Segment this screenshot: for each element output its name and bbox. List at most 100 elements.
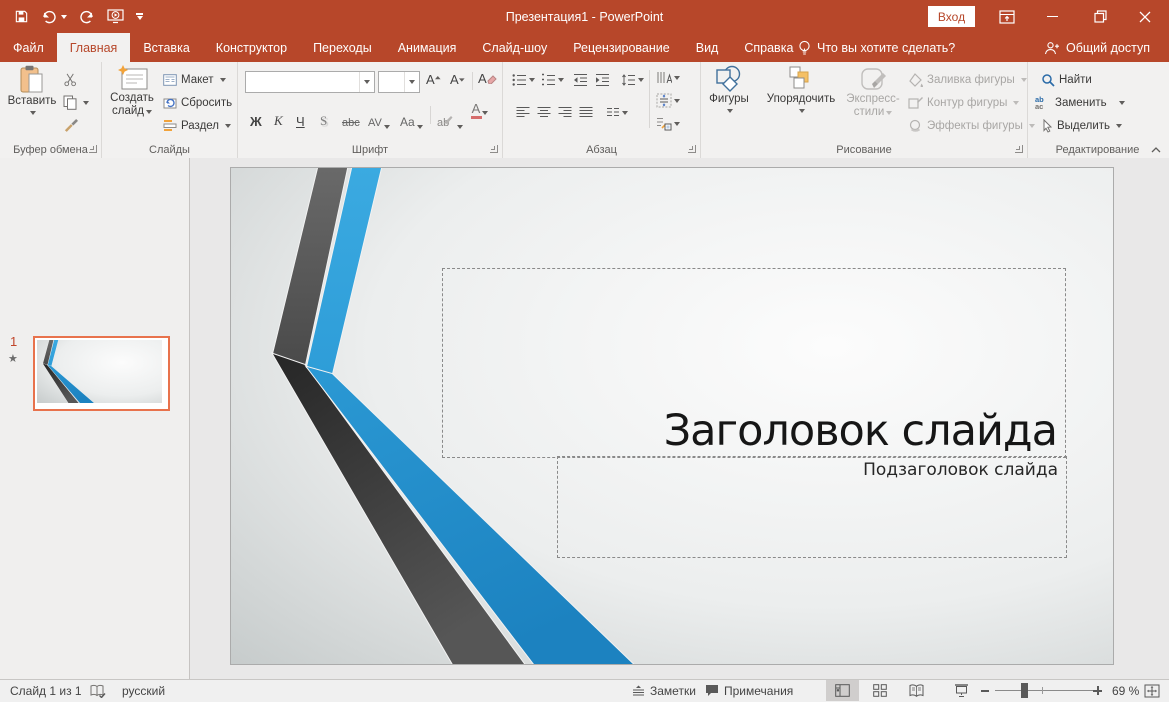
text-shadow-button[interactable]: S [320, 103, 327, 133]
columns-button[interactable] [606, 106, 628, 119]
tell-me-box[interactable]: Что вы хотите сделать? [798, 33, 955, 62]
clipboard-dialog-launcher[interactable] [89, 145, 97, 153]
start-slideshow-icon[interactable] [107, 9, 124, 24]
comments-toggle[interactable]: Примечания [705, 680, 793, 701]
new-slide-button[interactable]: Создать слайд [106, 65, 158, 118]
select-button[interactable]: Выделить [1038, 115, 1125, 136]
title-placeholder[interactable]: Заголовок слайда [442, 268, 1066, 458]
tab-transitions[interactable]: Переходы [300, 33, 385, 62]
slide-counter[interactable]: Слайд 1 из 1 [10, 680, 82, 701]
change-case-button[interactable]: Aa [400, 103, 423, 133]
slideshow-icon [954, 684, 969, 697]
tab-home[interactable]: Главная [57, 33, 131, 62]
slide-title-text[interactable]: Заголовок слайда [664, 408, 1065, 457]
increase-indent-button[interactable] [595, 73, 610, 87]
ribbon-display-options-button[interactable] [990, 0, 1024, 33]
spell-check-icon[interactable] [90, 680, 106, 701]
zoom-level-indicator[interactable]: 69 % [1112, 680, 1139, 701]
close-button[interactable] [1128, 0, 1162, 33]
tab-view[interactable]: Вид [683, 33, 732, 62]
paragraph-dialog-launcher[interactable] [688, 145, 696, 153]
bold-button[interactable]: Ж [250, 103, 262, 133]
zoom-slider-handle[interactable] [1021, 683, 1028, 698]
tab-help[interactable]: Справка [731, 33, 806, 62]
zoom-in-button[interactable] [1093, 680, 1102, 701]
convert-smartart-button[interactable] [656, 116, 680, 131]
section-button[interactable]: Раздел [160, 115, 234, 136]
sign-in-button[interactable]: Вход [928, 6, 975, 27]
align-right-button[interactable] [558, 106, 572, 119]
group-label-editing: Редактирование [1028, 144, 1167, 156]
font-dialog-launcher[interactable] [490, 145, 498, 153]
tab-file[interactable]: Файл [0, 33, 57, 62]
save-icon[interactable] [14, 9, 29, 24]
slide-subtitle-text[interactable]: Подзаголовок слайда [863, 460, 1058, 480]
undo-dropdown-caret[interactable] [61, 15, 67, 19]
align-text-button[interactable] [656, 93, 680, 108]
paste-button[interactable]: Вставить [8, 65, 56, 115]
undo-button[interactable] [41, 10, 67, 24]
zoom-out-button[interactable] [981, 680, 989, 701]
normal-view-button[interactable] [826, 680, 859, 701]
font-size-caret [409, 80, 415, 84]
shape-effects-button[interactable]: Эффекты фигуры [905, 115, 1038, 136]
shape-outline-button[interactable]: Контур фигуры [905, 92, 1022, 113]
tab-slideshow[interactable]: Слайд-шоу [469, 33, 560, 62]
text-highlight-button[interactable]: ab [437, 103, 463, 133]
cut-button[interactable] [60, 69, 81, 90]
tab-animations[interactable]: Анимация [385, 33, 470, 62]
numbering-button[interactable] [541, 73, 564, 87]
drawing-dialog-launcher[interactable] [1015, 145, 1023, 153]
bullets-button[interactable] [512, 73, 535, 87]
share-button[interactable]: Общий доступ [1044, 33, 1150, 62]
decrease-indent-button[interactable] [573, 73, 588, 87]
line-spacing-button[interactable] [621, 73, 644, 87]
shrink-font-button[interactable]: A [450, 72, 466, 87]
justify-button[interactable] [579, 106, 593, 119]
align-center-button[interactable] [537, 106, 551, 119]
reset-button[interactable]: Сбросить [160, 92, 235, 113]
slide-sorter-view-button[interactable] [863, 680, 896, 701]
clear-formatting-button[interactable]: A [478, 71, 497, 86]
fit-slide-to-window-button[interactable] [1144, 680, 1160, 701]
font-name-combo[interactable] [245, 71, 375, 93]
shapes-button[interactable]: Фигуры [705, 65, 753, 113]
character-spacing-button[interactable]: AV [368, 103, 390, 133]
redo-button[interactable] [79, 10, 95, 24]
align-left-icon [516, 106, 530, 119]
zoom-slider-track[interactable] [995, 690, 1093, 691]
collapse-ribbon-button[interactable] [1151, 146, 1161, 153]
underline-button[interactable]: Ч [296, 103, 305, 133]
grow-font-button[interactable]: A [426, 72, 442, 87]
shape-fill-button[interactable]: Заливка фигуры [905, 69, 1030, 90]
strikethrough-button[interactable]: abc [342, 103, 360, 133]
font-color-button[interactable]: A [471, 103, 489, 131]
subtitle-placeholder[interactable]: Подзаголовок слайда [557, 456, 1067, 558]
customize-qat-button[interactable] [136, 13, 143, 20]
copy-dropdown-caret [83, 101, 89, 105]
restore-button[interactable] [1083, 0, 1117, 33]
language-indicator[interactable]: русский [122, 680, 165, 701]
animation-indicator-star-icon[interactable]: ★ [8, 352, 18, 365]
layout-button[interactable]: Макет [160, 69, 229, 90]
align-left-button[interactable] [516, 106, 530, 119]
quick-styles-button[interactable]: Экспресс- стили [847, 65, 899, 119]
tab-design[interactable]: Конструктор [203, 33, 300, 62]
format-painter-button[interactable] [60, 115, 81, 136]
slideshow-view-button[interactable] [945, 680, 978, 701]
find-button[interactable]: Найти [1038, 69, 1095, 90]
reading-view-button[interactable] [900, 680, 933, 701]
notes-toggle[interactable]: Заметки [632, 680, 696, 701]
italic-button[interactable]: К [274, 103, 283, 133]
text-direction-button[interactable] [656, 70, 680, 85]
tab-insert[interactable]: Вставка [130, 33, 202, 62]
group-label-slides: Слайды [102, 144, 237, 156]
tab-review[interactable]: Рецензирование [560, 33, 683, 62]
slide-thumbnail[interactable] [33, 336, 170, 411]
arrange-button[interactable]: Упорядочить [757, 65, 845, 113]
minimize-button[interactable] [1035, 0, 1069, 33]
slide[interactable]: Заголовок слайда Подзаголовок слайда [230, 167, 1114, 665]
copy-button[interactable] [60, 92, 92, 113]
font-size-combo[interactable] [378, 71, 420, 93]
replace-button[interactable]: ab ac Заменить [1032, 92, 1128, 113]
